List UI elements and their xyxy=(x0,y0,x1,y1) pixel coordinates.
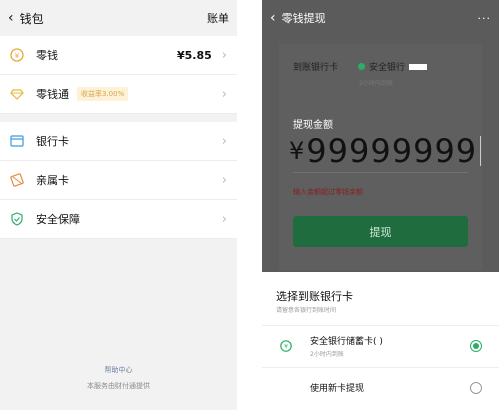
page-title: 零钱提现 xyxy=(281,12,326,25)
family-card-icon xyxy=(10,173,24,187)
bank-card-row[interactable]: 银行卡 › xyxy=(0,122,237,161)
change-row[interactable]: ¥ 零钱 ¥5.85 › xyxy=(0,36,237,75)
licaitong-row[interactable]: 零钱通 收益率3.00% › xyxy=(0,75,237,114)
withdraw-button[interactable]: 提现 xyxy=(293,216,468,247)
wallet-footer: 帮助中心 本服务由财付通提供 xyxy=(0,362,237,394)
arrival-time: 2小时内到账 xyxy=(359,80,393,87)
divider xyxy=(293,172,468,173)
withdraw-panel: ‹ 零钱提现 ··· 到账银行卡 安全银行 2小时内到账 提现金额 ¥ 9999… xyxy=(262,0,499,410)
sheet-subtitle: 请留意各银行到账时间 xyxy=(276,307,337,314)
divider xyxy=(0,114,237,122)
wallet-panel: ‹ 钱包 账单 ¥ 零钱 ¥5.85 › 零钱通 收益率3.00% › 银行卡 … xyxy=(0,0,237,410)
chevron-right-icon: › xyxy=(221,47,227,63)
coin-icon: ¥ xyxy=(10,48,24,62)
wallet-header: ‹ 钱包 账单 xyxy=(0,0,237,36)
error-message: 输入金额超过零钱余额 xyxy=(293,188,363,196)
back-arrow-icon[interactable]: ‹ xyxy=(8,10,14,26)
provider-note: 本服务由财付通提供 xyxy=(87,382,150,390)
chevron-right-icon: › xyxy=(221,133,227,149)
option-name: 使用新卡提现 xyxy=(310,384,365,394)
bank-logo-icon xyxy=(358,63,366,70)
withdraw-card: 到账银行卡 安全银行 2小时内到账 提现金额 ¥ 99999999 输入金额超过… xyxy=(279,44,482,270)
svg-text:¥: ¥ xyxy=(15,52,20,60)
more-icon[interactable]: ··· xyxy=(478,12,492,25)
option-time: 2小时内到账 xyxy=(310,350,344,358)
change-label: 零钱 xyxy=(36,49,58,62)
page-title: 钱包 xyxy=(19,11,44,26)
amount-input[interactable]: ¥ 99999999 xyxy=(289,132,482,170)
shield-icon xyxy=(10,212,24,226)
bank-option[interactable]: ¥ 安全银行储蓄卡( ) 2小时内到账 xyxy=(262,325,499,365)
chevron-right-icon: › xyxy=(221,211,227,227)
bank-select-sheet: 选择到账银行卡 请留意各银行到账时间 ¥ 安全银行储蓄卡( ) 2小时内到账 使… xyxy=(262,272,499,410)
bank-logo-icon: ¥ xyxy=(280,339,292,352)
text-cursor xyxy=(480,136,482,166)
withdraw-header: ‹ 零钱提现 ··· xyxy=(262,0,499,36)
licaitong-label: 零钱通 xyxy=(36,88,69,101)
new-card-option[interactable]: 使用新卡提现 xyxy=(262,367,499,407)
security-label: 安全保障 xyxy=(36,213,80,226)
bank-card-icon xyxy=(10,134,24,148)
security-row[interactable]: 安全保障 › xyxy=(0,200,237,239)
sheet-title: 选择到账银行卡 xyxy=(276,290,353,303)
help-center-link[interactable]: 帮助中心 xyxy=(0,362,237,378)
bill-link[interactable]: 账单 xyxy=(207,10,229,26)
unselected-radio[interactable] xyxy=(470,381,482,394)
amount-value: 99999999 xyxy=(306,132,478,170)
chevron-right-icon: › xyxy=(221,86,227,102)
arrival-card-row[interactable]: 到账银行卡 安全银行 xyxy=(293,60,428,73)
change-balance: ¥5.85 xyxy=(177,48,212,62)
back-arrow-icon[interactable]: ‹ xyxy=(270,10,276,26)
option-name: 安全银行储蓄卡( ) xyxy=(310,336,383,347)
chevron-right-icon: › xyxy=(221,172,227,188)
card-number-mask xyxy=(409,63,428,70)
currency-symbol: ¥ xyxy=(289,137,305,165)
selected-radio[interactable] xyxy=(470,339,482,352)
family-card-label: 亲属卡 xyxy=(36,174,69,187)
diamond-icon xyxy=(10,87,24,101)
amount-label: 提现金额 xyxy=(293,120,333,131)
family-card-row[interactable]: 亲属卡 › xyxy=(0,161,237,200)
svg-text:¥: ¥ xyxy=(284,343,288,350)
yield-badge: 收益率3.00% xyxy=(77,87,129,101)
bank-card-label: 银行卡 xyxy=(36,135,69,148)
wallet-list: ¥ 零钱 ¥5.85 › 零钱通 收益率3.00% › 银行卡 › 亲属卡 › … xyxy=(0,36,237,239)
arrival-label: 到账银行卡 xyxy=(293,63,339,73)
bank-name: 安全银行 xyxy=(369,63,406,73)
